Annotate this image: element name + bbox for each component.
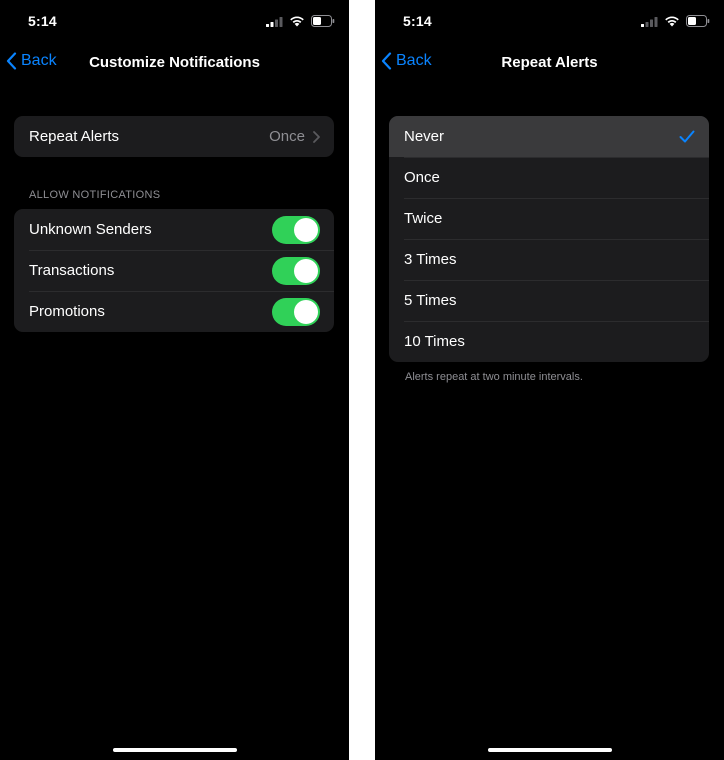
cellular-signal-icon (266, 16, 283, 27)
toggle-label: Unknown Senders (29, 221, 152, 238)
page-title: Customize Notifications (89, 54, 260, 71)
toggle-knob (294, 299, 318, 324)
battery-icon (686, 15, 710, 27)
transactions-row: Transactions (14, 250, 334, 291)
navigation-bar: Back Customize Notifications (0, 44, 349, 82)
unknown-senders-toggle[interactable] (272, 215, 320, 244)
toggle-knob (294, 217, 318, 242)
status-bar: 5:14 (375, 0, 724, 44)
status-icons (641, 15, 710, 27)
wifi-icon (290, 16, 304, 27)
repeat-alerts-label: Repeat Alerts (29, 128, 120, 145)
option-once[interactable]: Once (389, 157, 709, 198)
status-time: 5:14 (28, 13, 57, 29)
toggle-knob (294, 258, 318, 283)
option-label: Once (404, 169, 440, 186)
transactions-toggle[interactable] (272, 256, 320, 285)
section-header: ALLOW NOTIFICATIONS (29, 189, 161, 201)
home-indicator[interactable] (112, 748, 237, 752)
option-5-times[interactable]: 5 Times (389, 280, 709, 321)
option-label: 3 Times (404, 251, 457, 268)
option-never[interactable]: Never (389, 116, 709, 157)
repeat-options-list: Never Once Twice 3 Times 5 Times 10 Time… (389, 116, 709, 362)
battery-icon (311, 15, 335, 27)
page-title: Repeat Alerts (501, 54, 598, 71)
checkmark-icon (679, 130, 695, 143)
customize-notifications-screen: 5:14 Back Customize Notifications Repeat… (0, 0, 349, 760)
unknown-senders-row: Unknown Senders (14, 209, 334, 250)
navigation-bar: Back Repeat Alerts (375, 44, 724, 82)
option-label: 10 Times (404, 333, 465, 350)
option-label: 5 Times (404, 292, 457, 309)
wifi-icon (665, 16, 679, 27)
option-10-times[interactable]: 10 Times (389, 321, 709, 362)
notifications-toggle-group: Unknown Senders Transactions Promotions (14, 209, 334, 332)
option-label: Twice (404, 210, 443, 227)
repeat-alerts-row[interactable]: Repeat Alerts Once (14, 116, 334, 157)
promotions-toggle[interactable] (272, 297, 320, 326)
option-3-times[interactable]: 3 Times (389, 239, 709, 280)
toggle-label: Transactions (29, 262, 115, 279)
toggle-label: Promotions (29, 303, 105, 320)
chevron-right-icon (313, 130, 320, 143)
repeat-alerts-group: Repeat Alerts Once (14, 116, 334, 157)
home-indicator[interactable] (487, 748, 612, 752)
status-bar: 5:14 (0, 0, 349, 44)
status-time: 5:14 (403, 13, 432, 29)
footer-note: Alerts repeat at two minute intervals. (405, 371, 583, 383)
cellular-signal-icon (641, 16, 658, 27)
repeat-alerts-value: Once (269, 128, 305, 145)
option-twice[interactable]: Twice (389, 198, 709, 239)
option-label: Never (404, 128, 445, 145)
status-icons (266, 15, 335, 27)
promotions-row: Promotions (14, 291, 334, 332)
repeat-alerts-screen: 5:14 Back Repeat Alerts Never Once Twice… (375, 0, 724, 760)
